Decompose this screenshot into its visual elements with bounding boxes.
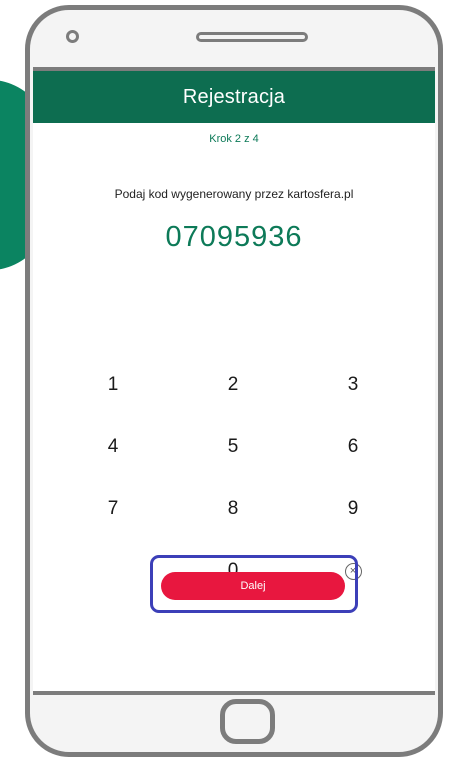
key-6[interactable]: 6 <box>293 416 413 478</box>
page-title: Rejestracja <box>182 85 286 108</box>
key-7[interactable]: 7 <box>53 478 173 540</box>
key-1[interactable]: 1 <box>53 354 173 416</box>
instruction-text: Podaj kod wygenerowany przez kartosfera.… <box>114 187 354 201</box>
key-9[interactable]: 9 <box>293 478 413 540</box>
key-5[interactable]: 5 <box>173 416 293 478</box>
camera-icon <box>66 30 79 43</box>
key-8[interactable]: 8 <box>173 478 293 540</box>
verification-code: 07095936 <box>165 221 303 253</box>
step-indicator: Krok 2 z 4 <box>209 133 259 145</box>
speaker-icon <box>196 32 308 42</box>
key-3[interactable]: 3 <box>293 354 413 416</box>
key-4[interactable]: 4 <box>53 416 173 478</box>
phone-frame: Rejestracja Krok 2 z 4 Podaj kod wygener… <box>25 5 443 757</box>
app-header: Rejestracja <box>33 71 435 123</box>
key-2[interactable]: 2 <box>173 354 293 416</box>
button-highlight-box: Dalej <box>150 555 358 613</box>
canvas: Rejestracja Krok 2 z 4 Podaj kod wygener… <box>0 0 472 763</box>
next-button[interactable]: Dalej <box>161 572 345 600</box>
home-button[interactable] <box>220 699 275 744</box>
